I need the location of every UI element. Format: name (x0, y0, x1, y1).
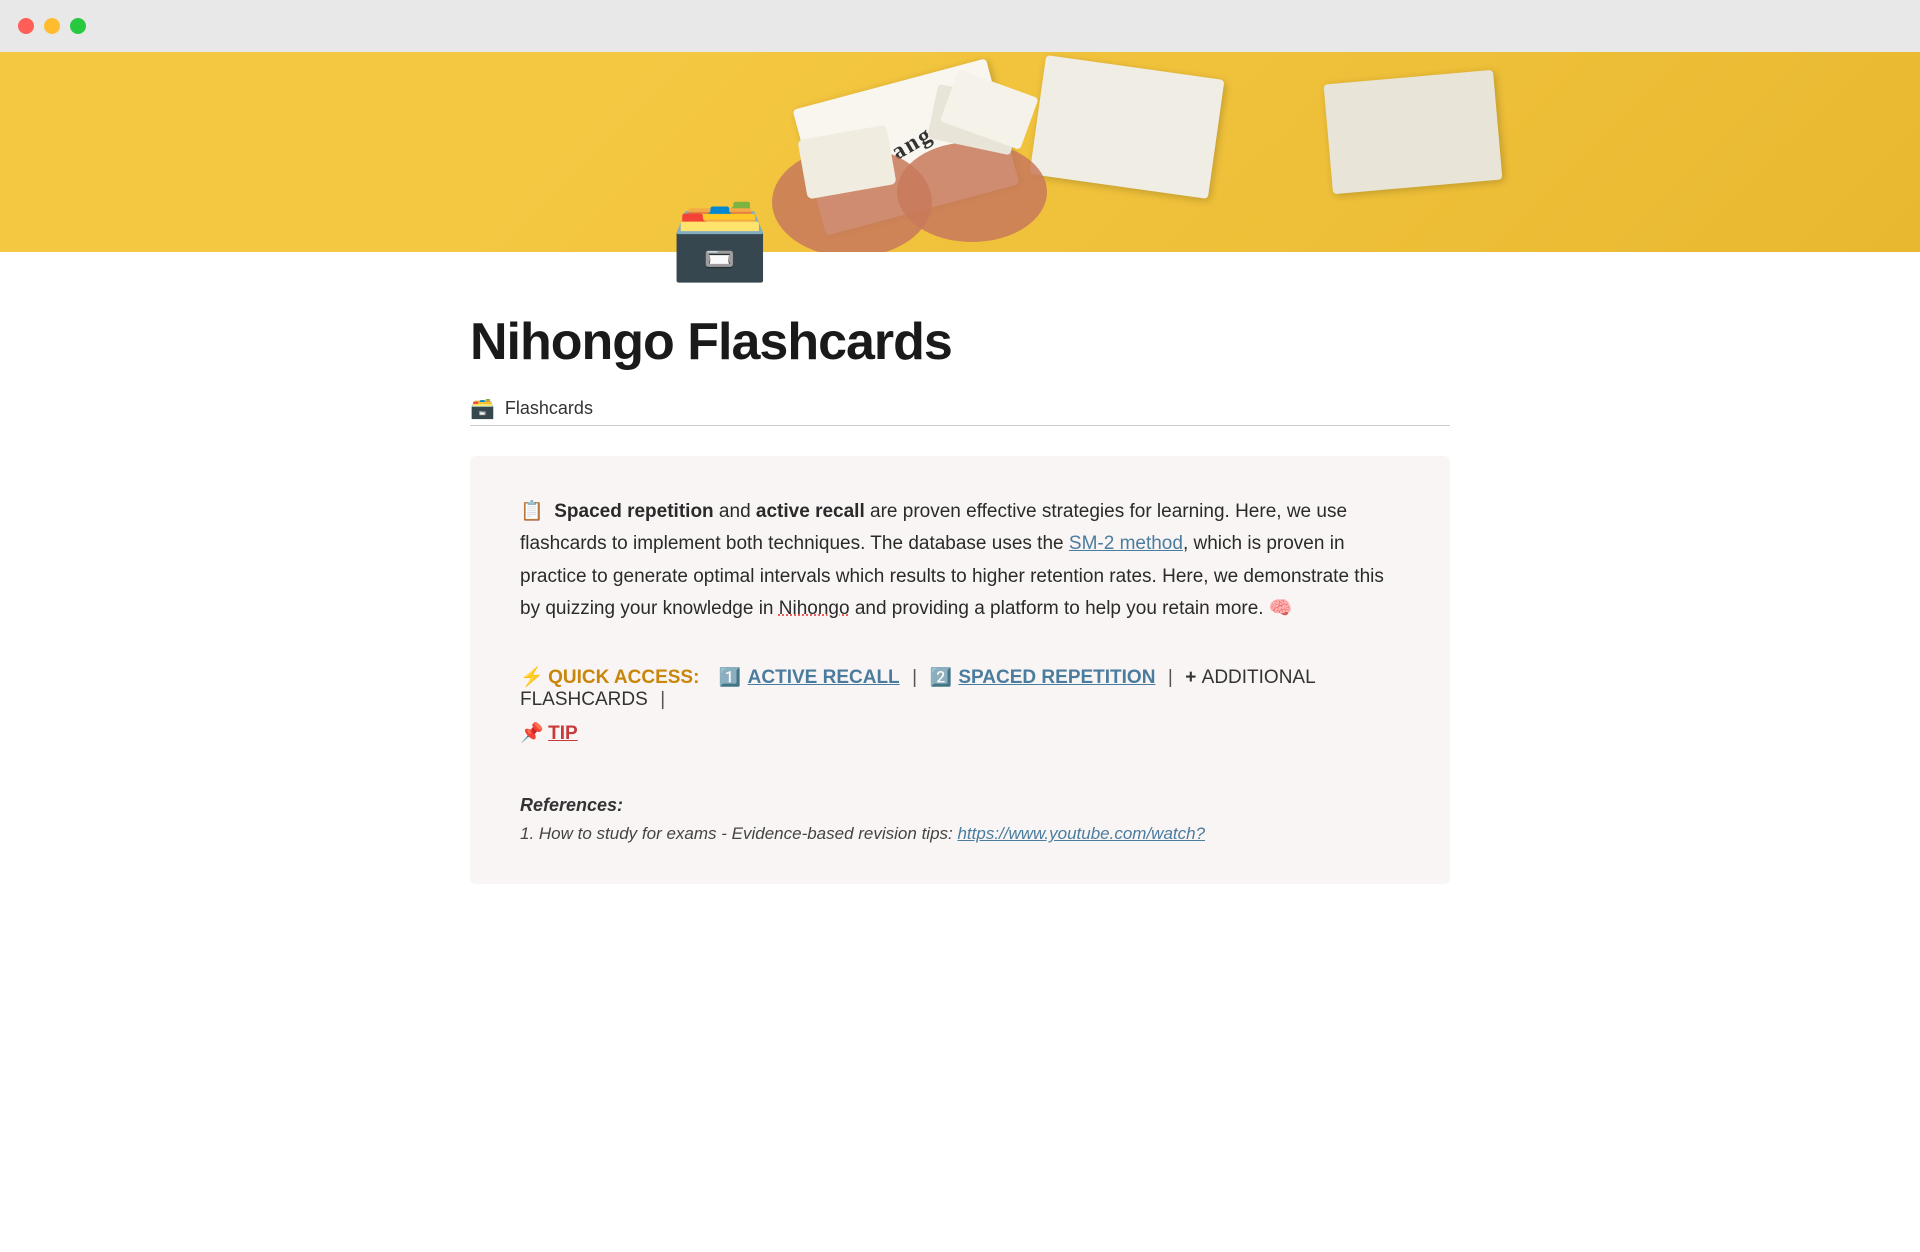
reference-1-text: 1. How to study for exams - Evidence-bas… (520, 824, 957, 843)
hero-card-1: orange (793, 58, 1020, 235)
window-chrome (0, 0, 1920, 52)
hero-visual: orange (0, 52, 1920, 252)
references-title: References: (520, 795, 1400, 816)
page-title: Nihongo Flashcards (470, 312, 1450, 372)
bold-active-recall: active recall (756, 501, 865, 522)
quick-access-row: ⚡ QUICK ACCESS: 1️⃣ ACTIVE RECALL | 2️⃣ … (520, 665, 1400, 745)
reference-1-link[interactable]: https://www.youtube.com/watch? (957, 824, 1205, 843)
quick-access-lightning-icon: ⚡ (520, 667, 544, 688)
content-area: 🗃️ Nihongo Flashcards 🗃️ Flashcards 📋 Sp… (330, 252, 1590, 884)
tip-link[interactable]: TIP (548, 723, 578, 744)
nihongo-underlined: Nihongo (779, 598, 850, 619)
separator-3: | (660, 689, 665, 710)
page-wrapper: orange 🗃️ Nihongo Flashcard (0, 52, 1920, 884)
close-button[interactable] (18, 18, 34, 34)
hero-card-2 (1029, 55, 1224, 199)
minimize-button[interactable] (44, 18, 60, 34)
breadcrumb-icon: 🗃️ (470, 396, 495, 421)
bold-spaced-repetition: Spaced repetition (554, 501, 713, 522)
separator-2: | (1168, 667, 1173, 688)
reference-item-1: 1. How to study for exams - Evidence-bas… (520, 824, 1400, 844)
spaced-repetition-link[interactable]: SPACED REPETITION (958, 667, 1155, 688)
hero-card-3 (1323, 70, 1502, 194)
sm2-link[interactable]: SM-2 method (1069, 533, 1183, 554)
number-1-icon: 1️⃣ (719, 667, 741, 687)
prefix-icon: 📋 (520, 501, 544, 522)
separator-1: | (912, 667, 917, 688)
number-2-icon: 2️⃣ (930, 667, 952, 687)
maximize-button[interactable] (70, 18, 86, 34)
references-section: References: 1. How to study for exams - … (520, 795, 1400, 844)
text-platform: and providing a platform to help you ret… (850, 598, 1293, 619)
plus-icon: + (1185, 667, 1201, 688)
active-recall-link[interactable]: ACTIVE RECALL (748, 667, 900, 688)
breadcrumb-label[interactable]: Flashcards (505, 398, 593, 419)
tip-row: 📌 TIP (520, 721, 1400, 745)
hero-banner: orange (0, 52, 1920, 252)
page-icon: 🗃️ (670, 192, 770, 292)
breadcrumb-row: 🗃️ Flashcards (470, 396, 1450, 426)
info-paragraph: 📋 Spaced repetition and active recall ar… (520, 496, 1400, 625)
text-and: and (714, 501, 756, 522)
info-box: 📋 Spaced repetition and active recall ar… (470, 456, 1450, 884)
quick-access-label: QUICK ACCESS: (548, 667, 699, 688)
tip-pin-icon: 📌 (520, 723, 544, 744)
